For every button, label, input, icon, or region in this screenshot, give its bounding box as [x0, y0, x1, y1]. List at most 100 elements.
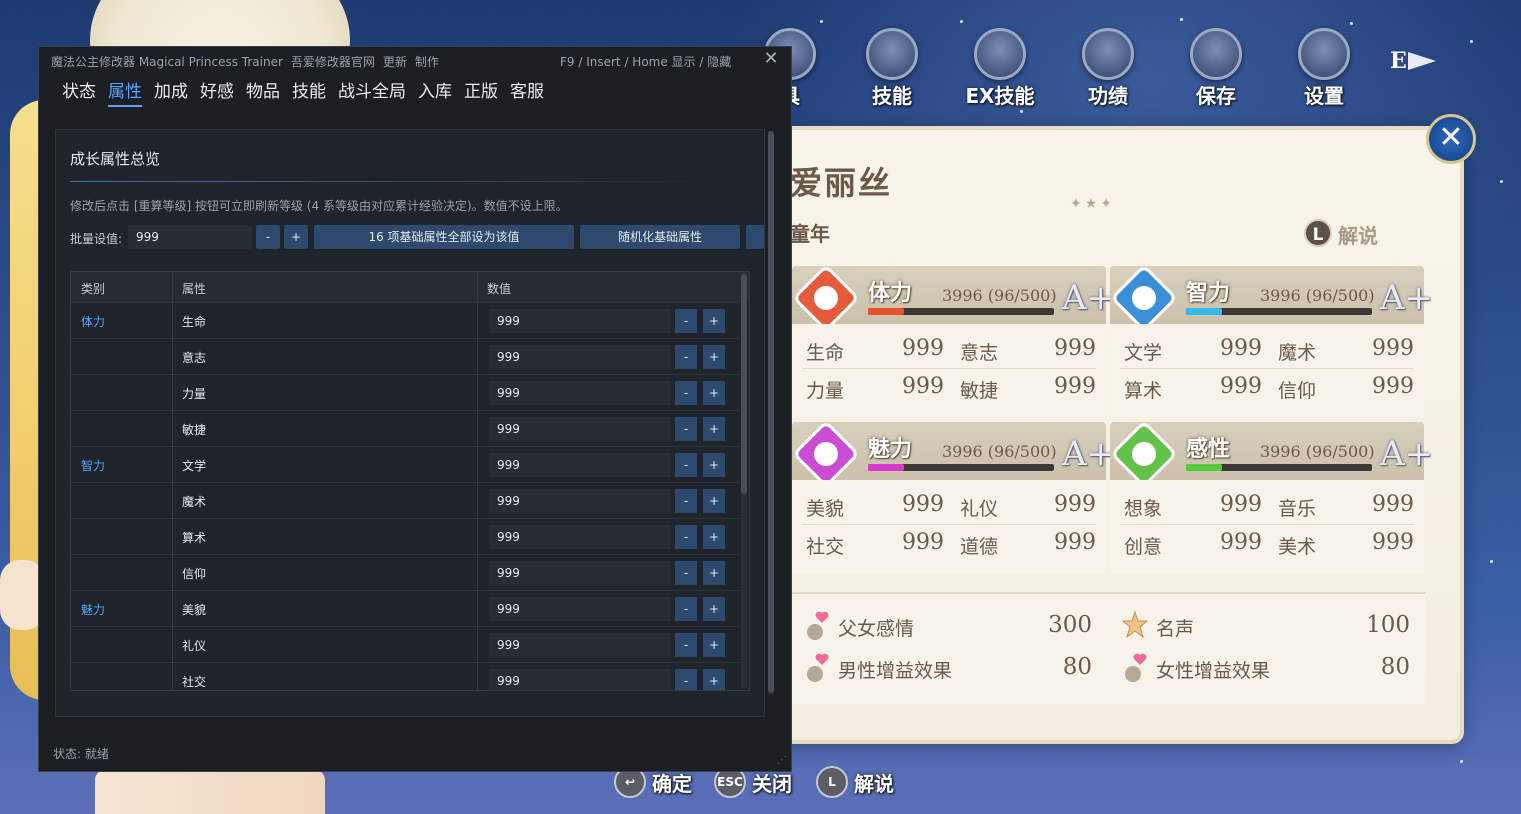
set-all-button[interactable]: 16 项基础属性全部设为该值	[314, 225, 574, 249]
stat-name: 美貌	[806, 498, 845, 520]
stat-group-charm[interactable]: 魅力 3996 (96/500) A+ 美貌 999 礼仪 999 社交 999 道德 999	[792, 420, 1115, 574]
increment-button[interactable]: +	[703, 525, 725, 549]
bulk-decrement-button[interactable]: -	[256, 225, 280, 249]
stat-name: 社交	[806, 536, 845, 558]
charm-icon	[792, 420, 860, 488]
value-input[interactable]: 999	[489, 345, 671, 369]
value-input[interactable]: 999	[489, 597, 671, 621]
top-menu-item[interactable]: 设置	[1274, 28, 1374, 108]
decrement-button[interactable]: -	[675, 417, 697, 441]
stat-name: 算术	[1124, 380, 1163, 402]
more-button-edge[interactable]	[746, 225, 764, 249]
scrollbar-thumb[interactable]	[741, 274, 747, 494]
value-input[interactable]: 999	[489, 669, 671, 690]
tab-8[interactable]: 正版	[464, 77, 498, 105]
stat-group-header: 体力 3996 (96/500) A+	[792, 264, 1115, 332]
stat-group-physical[interactable]: 体力 3996 (96/500) A+ 生命 999 意志 999 力量 999 敏捷 999	[792, 264, 1115, 418]
top-menu-item[interactable]: 功绩	[1058, 28, 1158, 108]
stat-name: 想象	[1124, 498, 1163, 520]
value-input[interactable]: 999	[489, 525, 671, 549]
value-input[interactable]: 999	[489, 561, 671, 585]
title-link[interactable]: 吾爱修改器官网	[291, 55, 375, 69]
tab-9[interactable]: 客服	[510, 77, 544, 105]
stat-value: 999	[1054, 530, 1096, 555]
randomize-button[interactable]: 随机化基础属性	[580, 225, 740, 249]
tab-1[interactable]: 属性	[108, 77, 142, 107]
value-input[interactable]: 999	[489, 453, 671, 477]
column-header-category: 类别	[81, 282, 106, 296]
intellect-icon	[1110, 264, 1178, 332]
value-input[interactable]: 999	[489, 633, 671, 657]
increment-button[interactable]: +	[703, 417, 725, 441]
value-input[interactable]: 999	[489, 381, 671, 405]
decrement-button[interactable]: -	[675, 525, 697, 549]
top-menu-item[interactable]: 技能	[842, 28, 942, 108]
resize-grip-icon[interactable]: ⋰	[777, 755, 787, 766]
decrement-button[interactable]: -	[675, 309, 697, 333]
decrement-button[interactable]: -	[675, 597, 697, 621]
bulk-increment-button[interactable]: +	[284, 225, 308, 249]
relation-item: 名声 100	[1121, 608, 1422, 644]
scrollbar-thumb[interactable]	[768, 131, 774, 693]
increment-button[interactable]: +	[703, 597, 725, 621]
close-panel-button[interactable]: ✕	[1426, 114, 1476, 164]
stat-group-intellect[interactable]: 智力 3996 (96/500) A+ 文学 999 魔术 999 算术 999 信仰 999	[1110, 264, 1433, 418]
increment-button[interactable]: +	[703, 489, 725, 513]
increment-button[interactable]: +	[703, 669, 725, 690]
stat-value: 999	[902, 374, 944, 399]
progress-bar-fill	[868, 464, 904, 471]
hint-label: 确定	[652, 772, 692, 796]
next-page-key[interactable]: E	[1390, 48, 1407, 74]
decrement-button[interactable]: -	[675, 633, 697, 657]
stat-name: 意志	[960, 342, 999, 364]
top-menu-item[interactable]: 保存	[1166, 28, 1266, 108]
title-link[interactable]: 更新	[383, 55, 407, 69]
decrement-button[interactable]: -	[675, 561, 697, 585]
increment-button[interactable]: +	[703, 309, 725, 333]
increment-button[interactable]: +	[703, 381, 725, 405]
increment-button[interactable]: +	[703, 633, 725, 657]
decrement-button[interactable]: -	[675, 345, 697, 369]
top-menu-item[interactable]: EX技能	[950, 28, 1050, 108]
value-text: 999	[497, 386, 520, 400]
bulk-value-input[interactable]	[128, 225, 252, 249]
heart-person-icon	[804, 652, 830, 682]
table-row: 社交 999 - +	[71, 662, 739, 690]
stat-name: 美术	[1278, 536, 1317, 558]
close-icon[interactable]: ✕	[761, 48, 781, 69]
l-key-icon[interactable]: L	[1304, 219, 1332, 247]
decrement-button[interactable]: -	[675, 381, 697, 405]
panel-scrollbar[interactable]	[768, 131, 774, 695]
tab-2[interactable]: 加成	[154, 77, 188, 105]
value-text: 999	[497, 314, 520, 328]
stat-group-total: 3996 (96/500)	[1260, 286, 1375, 305]
stat-value: 999	[1220, 336, 1262, 361]
orb-icon	[974, 28, 1026, 80]
tab-4[interactable]: 物品	[246, 77, 280, 105]
tab-5[interactable]: 技能	[292, 77, 326, 105]
section-divider	[70, 181, 720, 182]
decrement-button[interactable]: -	[675, 453, 697, 477]
stat-group-sense[interactable]: 感性 3996 (96/500) A+ 想象 999 音乐 999 创意 999 美术 999	[1110, 420, 1433, 574]
character-name: 爱丽丝	[790, 164, 893, 202]
explain-button[interactable]: 解说	[1338, 220, 1378, 249]
star-badge-icon	[1121, 610, 1149, 640]
decrement-button[interactable]: -	[675, 489, 697, 513]
tab-6[interactable]: 战斗全局	[338, 77, 406, 105]
decrement-button[interactable]: -	[675, 669, 697, 690]
increment-button[interactable]: +	[703, 345, 725, 369]
value-input[interactable]: 999	[489, 309, 671, 333]
tab-0[interactable]: 状态	[62, 77, 96, 105]
top-menu-label: EX技能	[965, 84, 1035, 108]
arrow-right-icon[interactable]	[1408, 52, 1436, 70]
tab-3[interactable]: 好感	[200, 77, 234, 105]
value-input[interactable]: 999	[489, 489, 671, 513]
increment-button[interactable]: +	[703, 561, 725, 585]
column-header-attribute: 属性	[182, 282, 207, 296]
value-input[interactable]: 999	[489, 417, 671, 441]
table-scrollbar[interactable]	[741, 274, 747, 688]
increment-button[interactable]: +	[703, 453, 725, 477]
tab-7[interactable]: 入库	[418, 77, 452, 105]
title-link[interactable]: 制作	[415, 55, 439, 69]
heart-person-icon	[1122, 652, 1148, 682]
